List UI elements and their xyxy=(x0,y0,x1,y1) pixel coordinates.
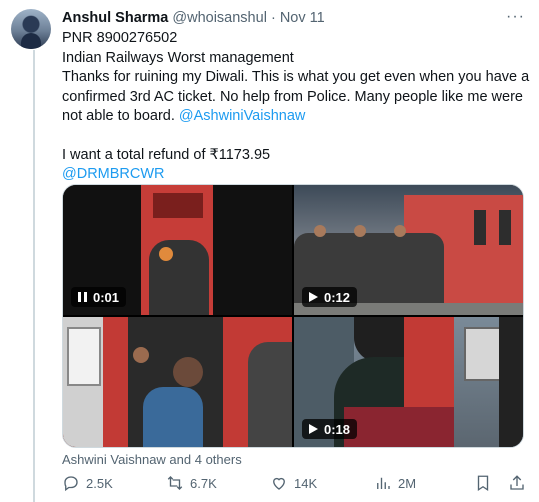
share-icon xyxy=(510,475,524,490)
tweet-header: Anshul Sharma @whoisanshul · Nov 11 xyxy=(62,10,325,26)
retweet-button[interactable]: 6.7K xyxy=(166,474,217,492)
video-tile[interactable]: 0:12 xyxy=(294,185,523,315)
tagged-label[interactable]: Ashwini Vaishnaw and 4 others xyxy=(62,452,242,467)
mention-link[interactable]: @AshwiniVaishnaw xyxy=(179,108,305,124)
tweet-line: I want a total refund of ₹1173.95 xyxy=(62,146,271,163)
reply-icon xyxy=(64,476,78,492)
author-name[interactable]: Anshul Sharma xyxy=(62,10,168,26)
heart-icon xyxy=(273,477,285,490)
tweet-line: Thanks for ruining my Diwali. This is wh… xyxy=(62,69,530,124)
views-icon xyxy=(377,477,390,489)
tweet-text: PNR 8900276502 Indian Railways Worst man… xyxy=(62,29,530,185)
video-tile[interactable]: 0:18 xyxy=(294,317,523,447)
retweet-count: 6.7K xyxy=(190,475,217,491)
tweet-date[interactable]: Nov 11 xyxy=(280,10,325,26)
more-icon[interactable]: ··· xyxy=(506,8,525,26)
views-button[interactable]: 2M xyxy=(374,474,416,492)
tweet-line: Indian Railways Worst management xyxy=(62,49,294,66)
reply-count: 2.5K xyxy=(86,475,113,491)
separator: · xyxy=(270,10,276,26)
bookmark-button[interactable] xyxy=(474,474,492,492)
video-duration-badge: 0:12 xyxy=(302,287,358,307)
bookmark-icon xyxy=(477,475,489,492)
pause-icon[interactable] xyxy=(78,292,87,302)
avatar[interactable] xyxy=(11,9,51,49)
like-button[interactable]: 14K xyxy=(270,474,317,492)
play-icon[interactable] xyxy=(309,292,318,302)
mention-link[interactable]: @DRMBRCWR xyxy=(62,165,530,185)
thread-line xyxy=(33,50,35,502)
action-bar: 2.5K 6.7K 14K 2M xyxy=(62,474,530,494)
video-duration-badge: 0:01 xyxy=(71,287,127,307)
media-grid: 0:01 0:12 0:18 xyxy=(62,184,524,448)
view-count: 2M xyxy=(398,475,417,491)
video-tile[interactable]: 0:01 xyxy=(63,185,292,315)
video-tile[interactable] xyxy=(63,317,292,447)
like-count: 14K xyxy=(294,475,318,491)
play-icon[interactable] xyxy=(309,424,318,434)
share-button[interactable] xyxy=(508,474,526,492)
tweet-line: PNR 8900276502 xyxy=(62,30,178,46)
reply-button[interactable]: 2.5K xyxy=(62,474,113,492)
retweet-icon xyxy=(167,476,183,490)
tagged-users[interactable]: Ashwini Vaishnaw and 4 others xyxy=(62,452,242,467)
author-handle[interactable]: @whoisanshul xyxy=(172,10,267,26)
video-duration-badge: 0:18 xyxy=(302,419,358,439)
